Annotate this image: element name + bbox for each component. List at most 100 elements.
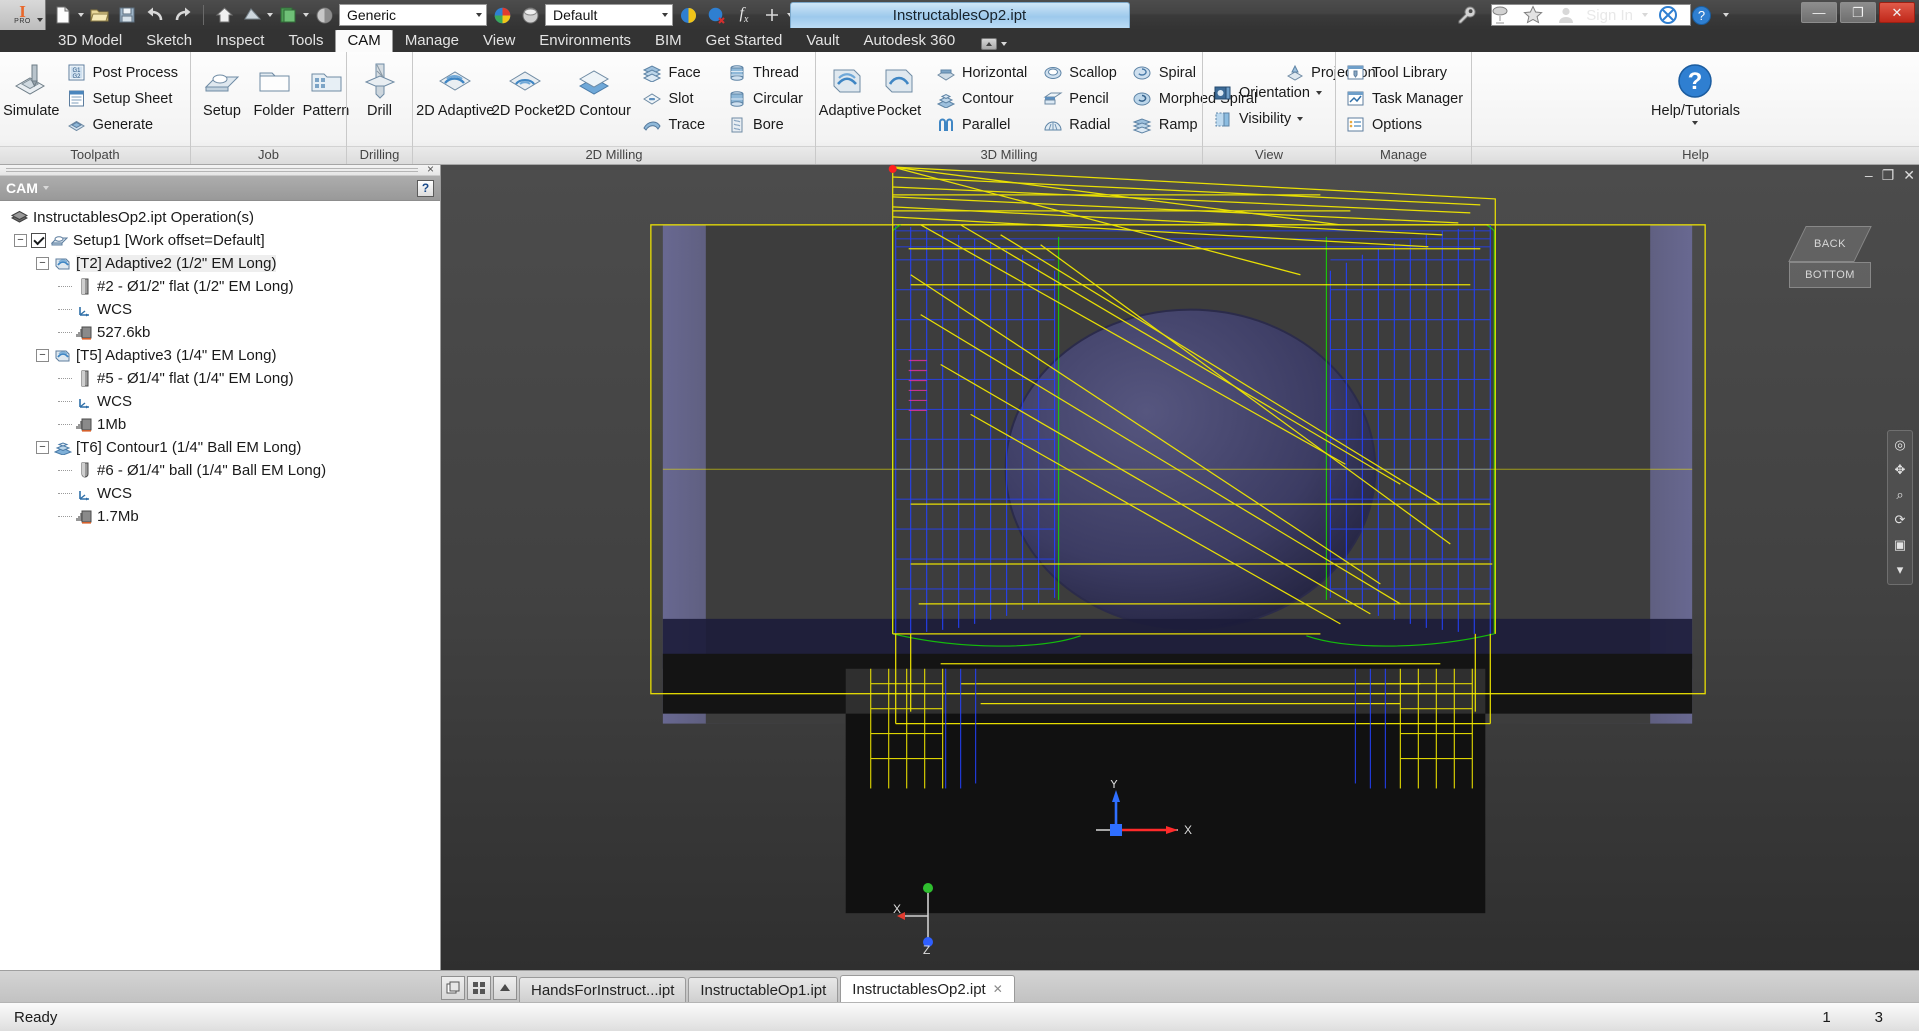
doc-tab-instructable-op1[interactable]: InstructableOp1.ipt [688,977,839,1002]
update-icon[interactable] [675,2,701,28]
tree-node-adaptive3[interactable]: − [T5] Adaptive3 (1/4" EM Long) [4,344,440,367]
tile-windows-button[interactable] [441,976,465,1000]
bore-button[interactable]: Bore [722,112,810,137]
help-dropdown-icon[interactable] [1723,13,1729,17]
chevron-down-icon[interactable] [1692,121,1699,125]
adaptive-button[interactable]: Adaptive [819,58,875,120]
close-button[interactable]: ✕ [1879,2,1915,23]
tab-vault[interactable]: Vault [794,29,851,52]
satellite-icon[interactable] [1487,2,1513,28]
view-cube-bottom-face[interactable]: BOTTOM [1789,262,1871,288]
2d-contour-button[interactable]: 2D Contour [557,58,631,120]
close-icon[interactable]: ✕ [993,982,1003,996]
scroll-tabs-button[interactable] [493,976,517,1000]
tab-get-started[interactable]: Get Started [694,29,795,52]
restore-button[interactable]: ❐ [1840,2,1876,23]
tree-node-wcs-2[interactable]: WCS [4,390,440,413]
pencil-button[interactable]: Pencil [1038,86,1124,111]
slot-button[interactable]: Slot [638,86,713,111]
zoom-icon[interactable]: ⌕ [1891,486,1909,504]
tree-node-tool-6[interactable]: #6 - Ø1/4" ball (1/4" Ball EM Long) [4,459,440,482]
pattern-button[interactable]: Pattern [300,58,352,120]
sign-in-button[interactable]: Sign In [1586,7,1633,24]
pocket-button[interactable]: Pocket [873,58,925,120]
tree-node-wcs-1[interactable]: WCS [4,298,440,321]
visibility-button[interactable]: Visibility [1208,107,1329,132]
doc-tab-instructables-op2[interactable]: InstructablesOp2.ipt ✕ [840,975,1015,1002]
tree-node-tool-5[interactable]: #5 - Ø1/4" flat (1/4" EM Long) [4,367,440,390]
tab-inspect[interactable]: Inspect [204,29,276,52]
wrench-icon[interactable] [1454,2,1480,28]
tab-manage[interactable]: Manage [393,29,471,52]
view-cube-back-face[interactable]: BACK [1788,226,1872,262]
return-icon[interactable] [239,2,265,28]
tree-node-document[interactable]: InstructablesOp2.ipt Operation(s) [4,206,440,229]
expander-minus-icon[interactable]: − [36,257,49,270]
horizontal-button[interactable]: Horizontal [931,60,1034,85]
browser-help-icon[interactable]: ? [417,179,434,197]
application-menu-button[interactable]: I PRO [0,0,46,30]
color-wheel-icon[interactable] [489,2,515,28]
parameters-dropdown-icon[interactable] [303,13,309,17]
setup1-checkbox[interactable] [31,233,46,248]
doc-tab-hands-for-instruct[interactable]: HandsForInstruct...ipt [519,977,687,1002]
browser-grip[interactable]: × [0,163,440,176]
vp-minimize-button[interactable]: – [1865,167,1873,184]
setup-sheet-button[interactable]: Setup Sheet [62,86,185,111]
material-icon[interactable] [311,2,337,28]
full-navigation-wheel-icon[interactable]: ◎ [1891,436,1909,454]
view-cube[interactable]: BACK BOTTOM [1783,220,1879,316]
tab-environments[interactable]: Environments [527,29,643,52]
orientation-button[interactable]: Orientation [1208,81,1329,106]
open-file-icon[interactable] [86,2,112,28]
sign-in-dropdown-icon[interactable] [1642,13,1648,17]
navbar-options-icon[interactable]: ▾ [1891,561,1909,579]
contour-button[interactable]: Contour [931,86,1034,111]
tree-node-tool-2[interactable]: #2 - Ø1/2" flat (1/2" EM Long) [4,275,440,298]
tree-node-size-3[interactable]: 1.7Mb [4,505,440,528]
scallop-button[interactable]: Scallop [1038,60,1124,85]
tab-3d-model[interactable]: 3D Model [46,29,134,52]
radial-button[interactable]: Radial [1038,112,1124,137]
vp-restore-button[interactable]: ❐ [1882,167,1895,184]
tab-view[interactable]: View [471,29,527,52]
exchange-apps-icon[interactable] [1655,2,1681,28]
tool-library-button[interactable]: Tool Library [1341,60,1470,85]
tab-tools[interactable]: Tools [276,29,335,52]
minimize-button[interactable]: — [1801,2,1837,23]
post-process-button[interactable]: G1 G2 Post Process [62,60,185,85]
return-dropdown-icon[interactable] [267,13,273,17]
expander-minus-icon[interactable]: − [36,441,49,454]
undo-icon[interactable] [142,2,168,28]
task-manager-button[interactable]: Task Manager [1341,86,1470,111]
vp-close-button[interactable]: ✕ [1903,167,1915,184]
redo-icon[interactable] [170,2,196,28]
fx-icon[interactable]: fx [731,2,757,28]
trace-button[interactable]: Trace [638,112,713,137]
simulate-button[interactable]: Simulate [3,58,60,120]
material-combo[interactable]: Generic [339,4,487,26]
tab-sketch[interactable]: Sketch [134,29,204,52]
help-tutorials-button[interactable]: ? Help/Tutorials [1644,58,1747,126]
folder-button[interactable]: Folder [248,58,300,120]
chevron-down-icon[interactable] [662,13,668,17]
tree-node-setup1[interactable]: − Setup1 [Work offset=Default] [4,229,440,252]
tab-bim[interactable]: BIM [643,29,694,52]
2d-pocket-button[interactable]: 2D Pocket [492,58,559,120]
expander-minus-icon[interactable]: − [36,349,49,362]
drill-button[interactable]: Drill [353,58,407,120]
home-icon[interactable] [211,2,237,28]
tree-node-wcs-3[interactable]: WCS [4,482,440,505]
appearance-combo[interactable]: Default [545,4,673,26]
user-icon[interactable] [1553,2,1579,28]
plus-icon[interactable] [759,2,785,28]
new-file-icon[interactable] [50,2,76,28]
arrange-windows-button[interactable] [467,976,491,1000]
tab-autodesk-360[interactable]: Autodesk 360 [851,29,967,52]
ribbon-minimize-icon[interactable] [981,38,998,50]
star-icon[interactable] [1520,2,1546,28]
save-icon[interactable] [114,2,140,28]
look-at-icon[interactable]: ▣ [1891,536,1909,554]
chevron-down-icon[interactable] [1297,117,1304,121]
2d-adaptive-button[interactable]: 2D Adaptive [416,58,494,120]
